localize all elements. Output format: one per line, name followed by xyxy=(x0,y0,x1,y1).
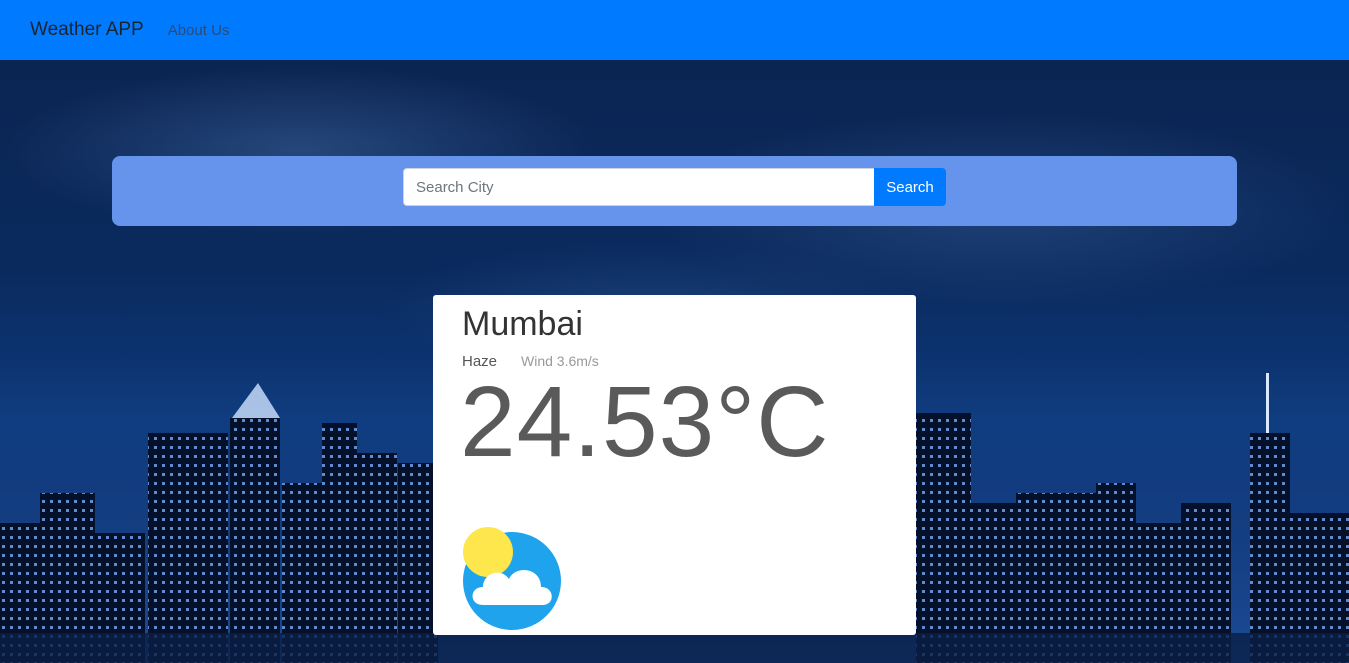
navbar: Weather APP About Us xyxy=(0,0,1349,60)
brand-title[interactable]: Weather APP xyxy=(30,19,144,41)
search-button[interactable]: Search xyxy=(874,168,946,206)
nav-link-about-us[interactable]: About Us xyxy=(168,22,230,39)
city-name: Mumbai xyxy=(462,305,583,343)
weather-card: Mumbai Haze Wind 3.6m/s 24.53°C xyxy=(433,295,916,635)
partly-cloudy-icon xyxy=(463,527,561,630)
temperature: 24.53°C xyxy=(460,366,830,478)
search-city-input[interactable] xyxy=(403,168,874,206)
